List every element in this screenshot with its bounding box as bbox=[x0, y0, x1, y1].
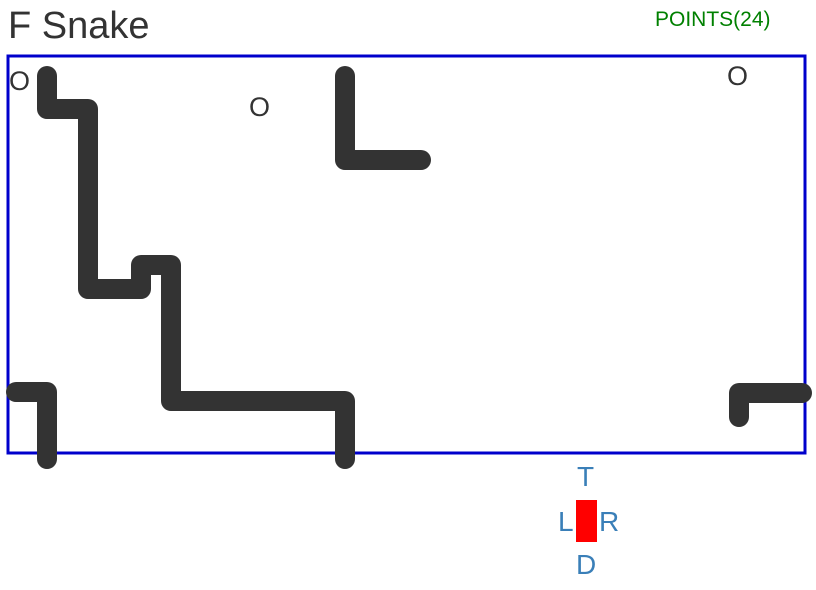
snake-segment bbox=[37, 66, 355, 469]
snake-segment bbox=[335, 66, 431, 170]
control-up-button[interactable]: T bbox=[577, 462, 594, 492]
snake-segment bbox=[6, 382, 57, 469]
food-item: O bbox=[249, 92, 270, 122]
game-board[interactable]: O O O bbox=[0, 0, 816, 470]
control-right-button[interactable]: R bbox=[599, 507, 619, 537]
food-item: O bbox=[727, 61, 748, 91]
control-center-pad[interactable] bbox=[576, 500, 597, 542]
snake-segment bbox=[729, 383, 812, 427]
control-down-button[interactable]: D bbox=[576, 550, 596, 580]
board-border bbox=[6, 54, 807, 455]
food-item: O bbox=[9, 66, 30, 96]
control-left-button[interactable]: L bbox=[558, 507, 574, 537]
snake-body bbox=[6, 66, 812, 469]
